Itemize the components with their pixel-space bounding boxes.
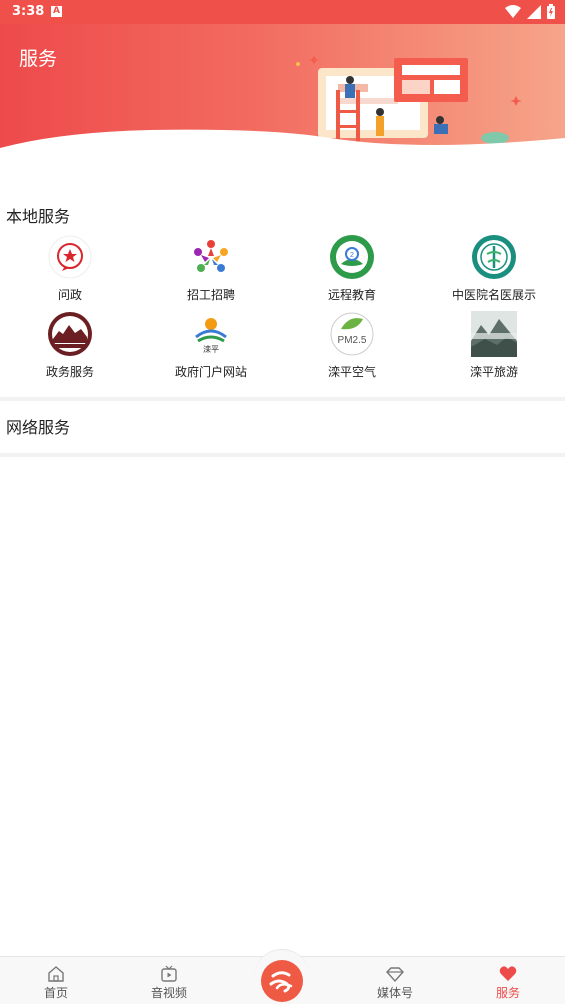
mountain-landscape-icon: [471, 311, 517, 357]
red-star-icon: [48, 235, 92, 279]
heart-icon: [499, 966, 517, 981]
section-title-local: 本地服务: [6, 207, 71, 226]
nav-item-video[interactable]: 音视频: [139, 957, 199, 1005]
service-item-air-quality[interactable]: PM2.5 滦平空气: [282, 311, 422, 381]
service-item-tcm-doctors[interactable]: 中医院名医展示: [424, 234, 564, 304]
service-label: 招工招聘: [186, 288, 235, 302]
section-divider: [0, 453, 565, 457]
service-item-remote-education[interactable]: 2 远程教育: [282, 234, 422, 304]
service-label: 滦平旅游: [469, 365, 518, 379]
bottom-nav: 首页 音视频 媒体号 服务: [0, 949, 565, 1005]
nav-item-media[interactable]: 媒体号: [365, 957, 425, 1005]
section-divider: [0, 397, 565, 401]
great-wall-seal-icon: [48, 312, 92, 356]
people-pinwheel-icon: [194, 240, 228, 272]
education-seal-icon: 2: [330, 235, 374, 279]
service-label: 政务服务: [45, 365, 94, 379]
nav-label: 媒体号: [376, 986, 413, 1000]
page-title: 服务: [19, 48, 58, 70]
service-item-wenzheng[interactable]: 问政: [0, 234, 140, 304]
service-item-government-affairs[interactable]: 政务服务: [0, 311, 140, 381]
status-icons: [505, 4, 555, 19]
nav-label: 首页: [43, 986, 68, 1000]
nav-label: 服务: [495, 986, 520, 1000]
notification-icon: A: [51, 6, 62, 17]
hospital-seal-icon: [472, 235, 516, 279]
battery-icon: [547, 4, 555, 19]
svg-text:2: 2: [350, 252, 354, 259]
pm25-leaf-icon: PM2.5: [330, 312, 374, 356]
service-item-tourism[interactable]: 滦平旅游: [424, 311, 564, 381]
pm25-text: PM2.5: [338, 335, 367, 346]
home-icon: [48, 966, 64, 982]
banner-wave: [0, 129, 565, 160]
signal-icon: [527, 4, 541, 19]
diamond-icon: [386, 967, 404, 983]
nav-item-services[interactable]: 服务: [478, 957, 538, 1005]
nav-label: 音视频: [150, 986, 187, 1000]
luanping-logo-icon: 滦平: [195, 318, 227, 354]
service-label: 远程教育: [327, 288, 376, 302]
service-label: 问政: [57, 288, 82, 302]
video-play-icon: [161, 965, 177, 982]
center-logo-icon: [269, 971, 293, 993]
service-item-recruitment[interactable]: 招工招聘: [141, 234, 281, 304]
svg-text:滦平: 滦平: [203, 344, 219, 354]
status-bar: 3:38 A: [0, 0, 565, 24]
header-banner: 服务: [0, 24, 565, 160]
service-label: 中医院名医展示: [451, 288, 536, 302]
service-item-gov-portal[interactable]: 滦平 政府门户网站: [141, 311, 281, 381]
service-label: 政府门户网站: [174, 365, 247, 379]
nav-item-home[interactable]: 首页: [26, 957, 86, 1005]
wifi-icon: [505, 4, 521, 18]
section-title-network: 网络服务: [6, 418, 71, 437]
service-label: 滦平空气: [327, 365, 376, 379]
status-time: 3:38: [12, 4, 45, 19]
nav-item-center[interactable]: [261, 960, 303, 1002]
